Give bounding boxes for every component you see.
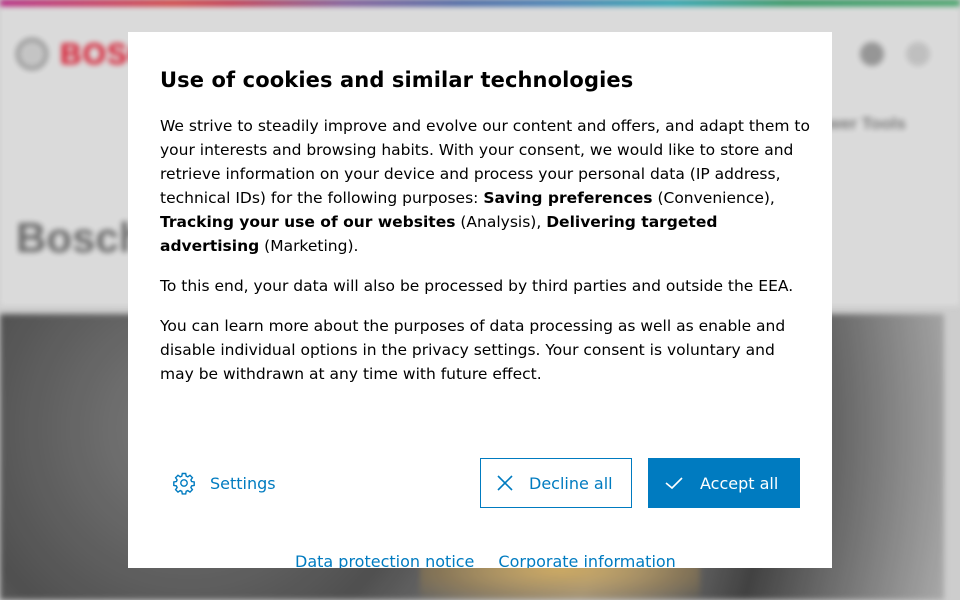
- dialog-body: We strive to steadily improve and evolve…: [160, 114, 810, 402]
- purpose-saving-preferences: Saving preferences: [483, 189, 653, 207]
- cookie-consent-dialog: Use of cookies and similar technologies …: [128, 32, 832, 568]
- gear-icon: [173, 472, 195, 495]
- checkmark-icon: [665, 477, 683, 490]
- settings-button[interactable]: Settings: [172, 470, 276, 496]
- purpose-tracking: Tracking your use of our websites: [160, 213, 456, 231]
- settings-label: Settings: [210, 473, 276, 493]
- purpose-category-convenience: (Convenience),: [652, 189, 775, 207]
- accept-all-button[interactable]: Accept all: [648, 458, 800, 508]
- privacy-settings-paragraph: You can learn more about the purposes of…: [160, 317, 786, 383]
- consent-purposes-paragraph: We strive to steadily improve and evolve…: [160, 114, 810, 258]
- data-protection-notice-link[interactable]: Data protection notice: [295, 552, 474, 568]
- decline-all-button[interactable]: Decline all: [480, 458, 632, 508]
- accept-all-label: Accept all: [700, 473, 779, 493]
- third-party-paragraph: To this end, your data will also be proc…: [160, 277, 794, 295]
- close-icon: [497, 475, 513, 491]
- decline-all-label: Decline all: [529, 473, 613, 493]
- purpose-category-marketing: (Marketing).: [259, 237, 359, 255]
- dialog-title: Use of cookies and similar technologies: [160, 68, 634, 92]
- purpose-category-analysis: (Analysis),: [455, 213, 547, 231]
- corporate-information-link[interactable]: Corporate information: [498, 552, 675, 568]
- footer-links: Data protection notice Corporate informa…: [295, 552, 676, 568]
